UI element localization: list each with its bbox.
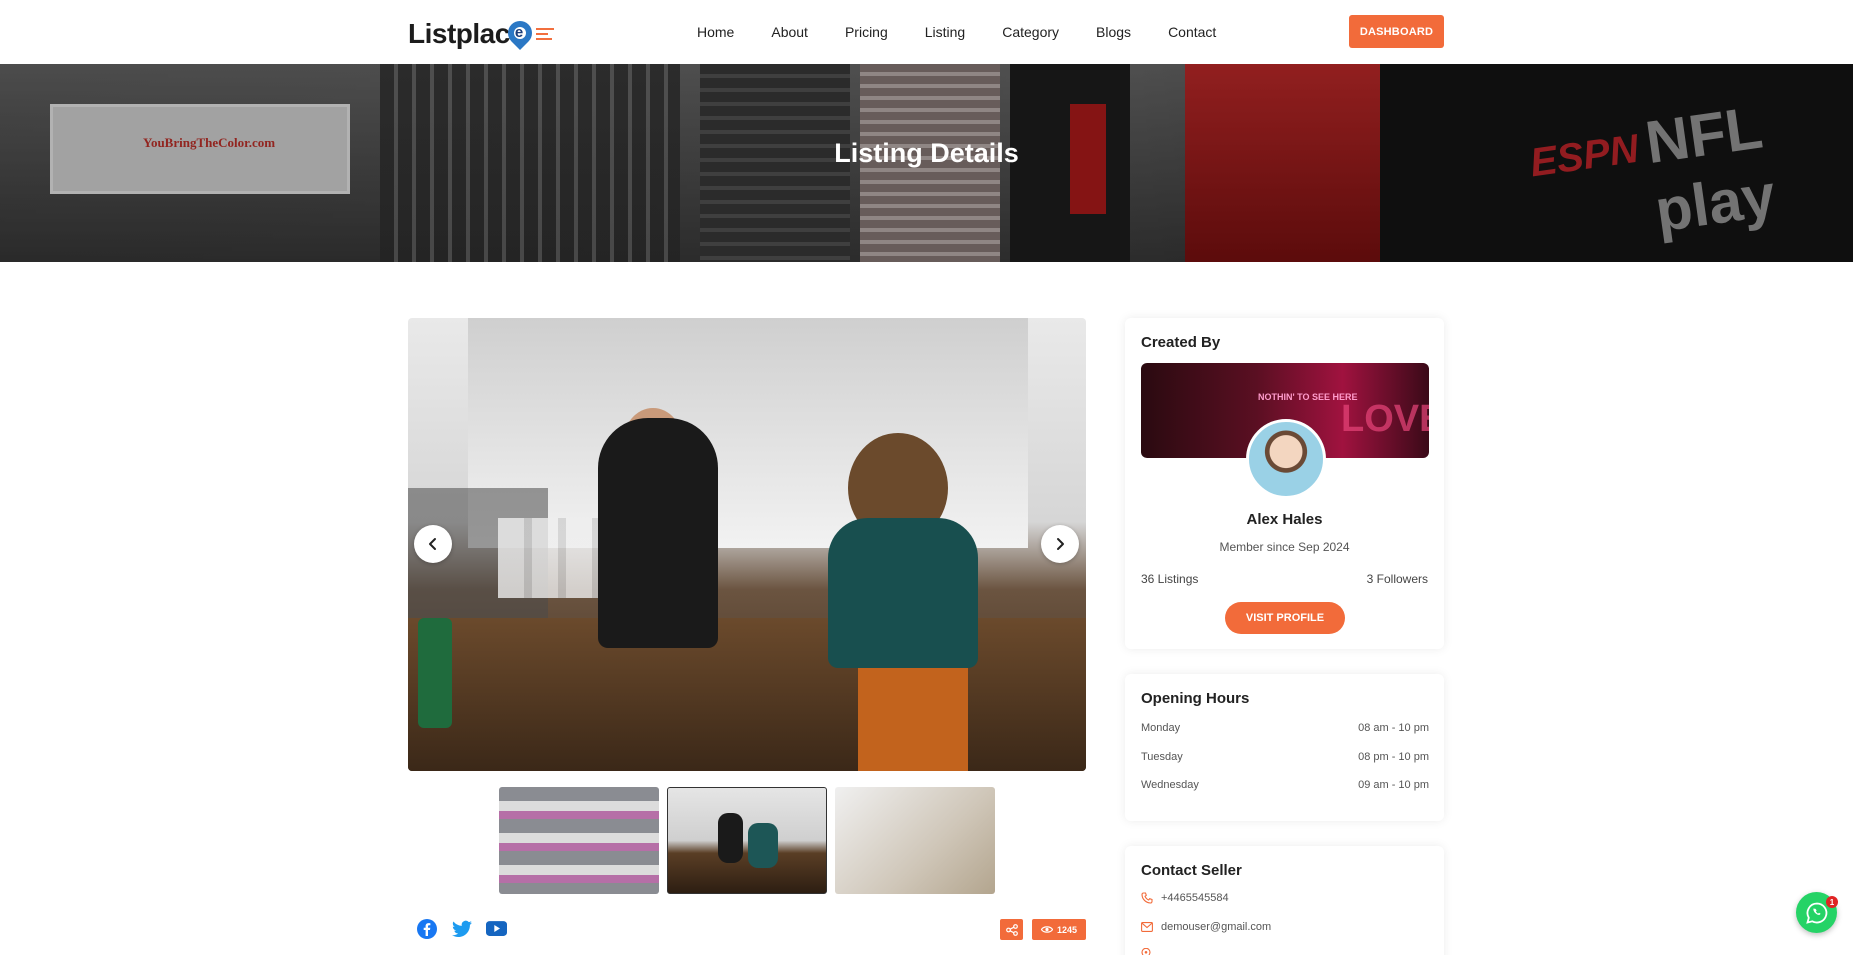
chevron-right-icon (1057, 538, 1064, 550)
cover-love-text: LOVE (1341, 398, 1429, 440)
contact-email[interactable]: demouser@gmail.com (1141, 921, 1271, 933)
nav-blogs[interactable]: Blogs (1096, 22, 1131, 42)
notification-badge: 1 (1826, 896, 1838, 908)
views-badge: 1245 (1032, 919, 1086, 940)
hours-time: 08 pm - 10 pm (1358, 751, 1429, 763)
gallery-thumbnail-active[interactable] (667, 787, 827, 894)
logo-text: Listplac (408, 18, 510, 49)
social-links (416, 918, 507, 939)
hero-banner: YouBringTheColor.com ESPN NFL play Listi… (0, 64, 1853, 262)
nav-category[interactable]: Category (1002, 22, 1059, 42)
eye-icon (1040, 926, 1053, 933)
listings-count: 36 Listings (1141, 572, 1199, 586)
chevron-left-icon (429, 538, 436, 550)
member-since: Member since Sep 2024 (1219, 540, 1350, 554)
youtube-icon[interactable] (486, 918, 507, 939)
contact-seller-card: Contact Seller +4465545584 demouser@gmai… (1125, 846, 1444, 955)
gallery-thumbnail[interactable] (835, 787, 995, 894)
mail-icon (1141, 922, 1153, 932)
contact-email-text: demouser@gmail.com (1161, 921, 1272, 933)
created-by-card: Created By NOTHIN' TO SEE HERE LOVE Alex… (1125, 318, 1444, 649)
facebook-icon[interactable] (416, 918, 437, 939)
nav-home[interactable]: Home (697, 22, 734, 42)
created-by-title: Created By (1141, 334, 1221, 351)
opening-hours-title: Opening Hours (1141, 690, 1250, 707)
logo[interactable]: Listplac e (408, 16, 554, 50)
opening-hours-card: Opening Hours Monday 08 am - 10 pm Tuesd… (1125, 674, 1444, 821)
visit-profile-button[interactable]: VISIT PROFILE (1225, 602, 1345, 634)
contact-location (1141, 948, 1151, 955)
whatsapp-icon (1805, 902, 1827, 924)
location-icon (1141, 948, 1151, 955)
share-icon (1005, 923, 1018, 936)
hours-day: Monday (1141, 722, 1181, 734)
contact-seller-title: Contact Seller (1141, 862, 1242, 879)
hours-time: 08 am - 10 pm (1358, 722, 1429, 734)
hours-day: Tuesday (1141, 751, 1183, 763)
contact-phone[interactable]: +4465545584 (1141, 892, 1229, 904)
share-button[interactable] (1000, 919, 1023, 940)
speed-lines-icon (535, 28, 554, 40)
followers-count: 3 Followers (1366, 572, 1428, 586)
hours-row: Tuesday 08 pm - 10 pm (1141, 751, 1429, 763)
hours-time: 09 am - 10 pm (1358, 779, 1429, 791)
logo-pin-letter: e (514, 24, 524, 41)
location-pin-icon: e (502, 16, 537, 50)
avatar[interactable] (1246, 419, 1326, 499)
gallery-prev-button[interactable] (414, 525, 452, 563)
phone-icon (1141, 892, 1153, 904)
nav-listing[interactable]: Listing (925, 22, 965, 42)
hours-row: Wednesday 09 am - 10 pm (1141, 779, 1429, 791)
creator-name: Alex Hales (1246, 511, 1323, 528)
contact-phone-text: +4465545584 (1161, 892, 1229, 904)
nav-about[interactable]: About (771, 22, 808, 42)
views-count: 1245 (1056, 924, 1078, 935)
gallery-next-button[interactable] (1041, 525, 1079, 563)
nav-contact[interactable]: Contact (1168, 22, 1216, 42)
dashboard-button[interactable]: DASHBOARD (1349, 15, 1444, 48)
listing-main-image[interactable] (408, 318, 1086, 771)
main-nav: Home About Pricing Listing Category Blog… (697, 22, 1253, 42)
page-title: Listing Details (834, 138, 1019, 168)
nav-pricing[interactable]: Pricing (845, 22, 888, 42)
hours-day: Wednesday (1141, 779, 1199, 791)
gallery-thumbnail[interactable] (499, 787, 659, 894)
site-header: Listplac e Home About Pricing Listing Ca… (0, 0, 1853, 64)
hours-row: Monday 08 am - 10 pm (1141, 722, 1429, 734)
whatsapp-button[interactable]: 1 (1796, 892, 1838, 933)
twitter-icon[interactable] (451, 918, 472, 939)
